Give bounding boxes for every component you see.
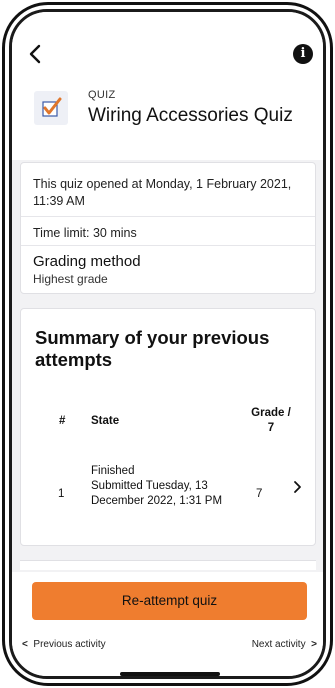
quiz-opened-text: This quiz opened at Monday, 1 February 2… (33, 177, 292, 208)
quiz-screen: i QUIZ Wiring Accessories Quiz This quiz… (12, 12, 323, 676)
reattempt-quiz-button[interactable]: Re-attempt quiz (32, 582, 307, 620)
attempts-summary-card: Summary of your previous attempts # Stat… (20, 308, 316, 546)
grading-method-value: Highest grade (33, 272, 108, 286)
app-header: i QUIZ Wiring Accessories Quiz (12, 12, 323, 160)
column-header-state: State (91, 415, 120, 427)
divider (21, 245, 315, 246)
summary-heading: Summary of your previous attempts (35, 327, 270, 370)
grading-method-label: Grading method (33, 253, 141, 270)
attempt-submitted: Submitted Tuesday, 13 December 2022, 1:3… (91, 480, 223, 507)
next-card-edge (20, 560, 316, 570)
attempt-number: 1 (58, 488, 65, 500)
quiz-activity-icon (34, 91, 68, 125)
column-header-number: # (59, 415, 66, 427)
chevron-right-icon[interactable] (291, 479, 303, 495)
divider (21, 216, 315, 217)
quiz-info-card: This quiz opened at Monday, 1 February 2… (20, 162, 316, 294)
back-button[interactable] (26, 42, 46, 66)
device-screen: i QUIZ Wiring Accessories Quiz This quiz… (9, 9, 326, 679)
activity-type-label: QUIZ (88, 89, 116, 101)
previous-activity-link[interactable]: < Previous activity (22, 639, 106, 650)
previous-activity-label: Previous activity (33, 639, 106, 650)
next-activity-link[interactable]: Next activity > (252, 639, 317, 650)
home-indicator[interactable] (120, 672, 220, 676)
attempt-state: Finished (91, 465, 135, 477)
attempt-grade: 7 (256, 488, 263, 500)
info-icon[interactable]: i (293, 44, 313, 64)
bottom-action-bar: Re-attempt quiz < Previous activity Next… (12, 572, 323, 676)
next-activity-label: Next activity (251, 639, 306, 650)
column-header-grade: Grade / 7 (251, 407, 291, 434)
chevron-left-icon: < (22, 639, 28, 650)
chevron-left-icon (29, 44, 41, 64)
page-title: Wiring Accessories Quiz (88, 105, 293, 126)
chevron-right-icon: > (311, 639, 317, 650)
time-limit-text: Time limit: 30 mins (33, 226, 137, 240)
